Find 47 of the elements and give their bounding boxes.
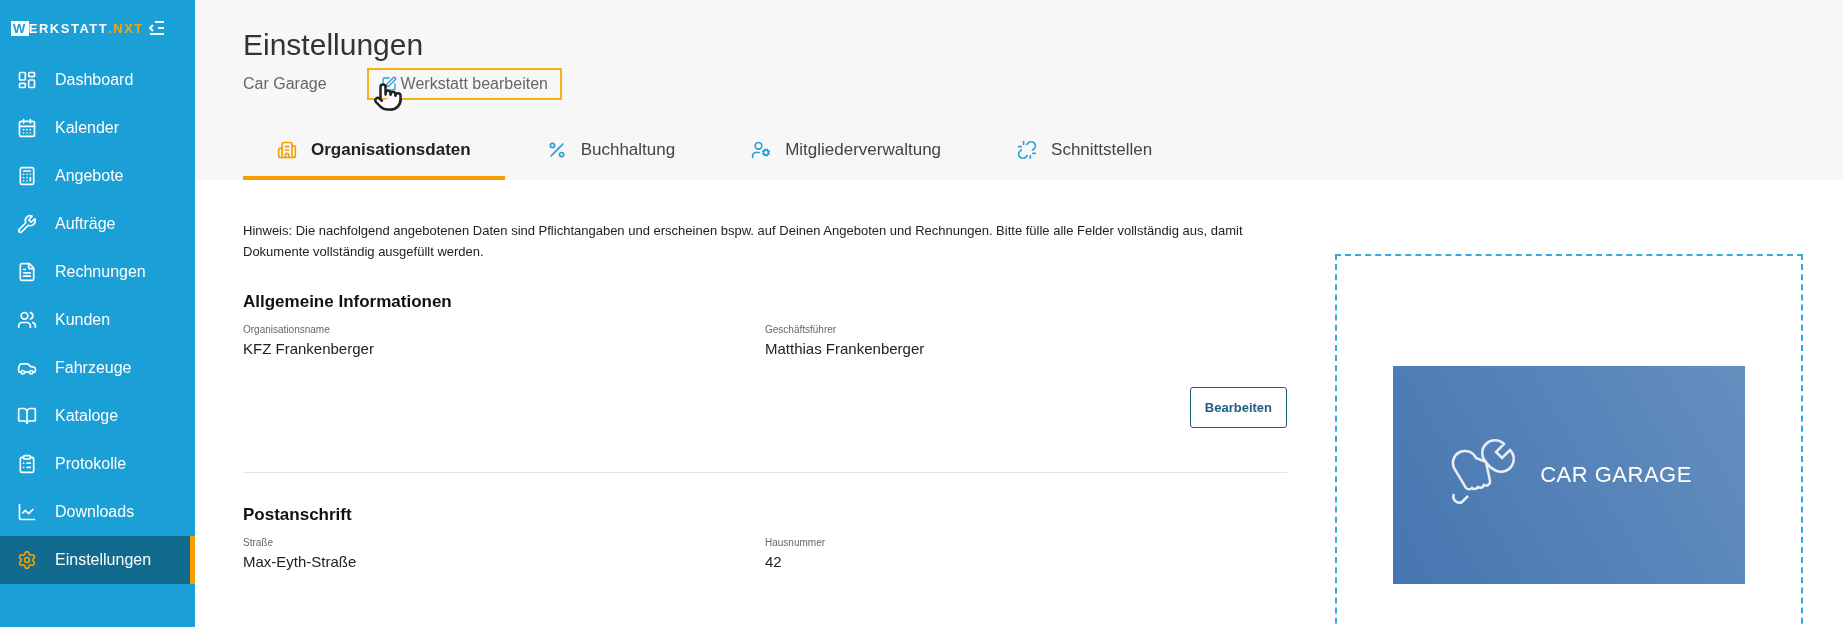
field-value: 42 — [765, 553, 783, 570]
tab[interactable]: Buchhaltung — [512, 140, 710, 180]
sidebar-item[interactable]: Rechnungen — [0, 248, 195, 296]
sidebar-item[interactable]: Dashboard — [0, 56, 195, 104]
edit-icon — [380, 76, 397, 92]
list-icon — [17, 454, 37, 474]
sidebar-item[interactable]: Kunden — [0, 296, 195, 344]
book-icon — [17, 406, 37, 426]
sidebar-item[interactable]: Angebote — [0, 152, 195, 200]
settings-icon — [17, 550, 37, 570]
field-label: Hausnummer — [765, 537, 827, 548]
field-label: Straße — [243, 537, 274, 548]
sidebar-item[interactable]: Kalender — [0, 104, 195, 152]
calendar-icon — [17, 118, 37, 138]
edit-workshop-link[interactable]: Werkstatt bearbeiten — [366, 68, 562, 100]
section-title: Allgemeine Informationen — [243, 292, 453, 312]
field-value: Matthias Frankenberger — [765, 340, 926, 357]
document-icon — [17, 262, 37, 282]
calculator-icon — [17, 166, 37, 186]
page-title: Einstellungen — [243, 28, 425, 62]
sidebar-item[interactable]: Protokolle — [0, 440, 195, 488]
field-label: Geschäftsführer — [765, 324, 838, 335]
logo-text: CAR GARAGE — [1540, 462, 1692, 488]
sidebar-item[interactable]: Einstellungen — [0, 536, 195, 584]
field-value: Max-Eyth-Straße — [243, 553, 358, 570]
tab[interactable]: Schnittstellen — [983, 140, 1187, 180]
collapse-menu-icon[interactable] — [149, 21, 165, 35]
tab[interactable]: Organisationsdaten — [243, 140, 505, 180]
workshop-name: Car Garage — [243, 75, 327, 93]
broken-link-icon — [1017, 140, 1038, 160]
tools-icon — [17, 214, 37, 234]
tab[interactable]: Mitgliederverwaltung — [717, 140, 976, 180]
edit-button[interactable]: Bearbeiten — [1189, 387, 1287, 428]
notice-text: Hinweis: Die nachfolgend angebotenen Daten sind Pflichtangaben und erscheinen bspw. auf Deinen Angeboten und Rechnungen. Bitte fülle alle Felder vollständig aus, damit Dokumente vollständig ausgefüllt werden. — [243, 222, 1244, 261]
sidebar-item[interactable]: Aufträge — [0, 200, 195, 248]
sidebar-item[interactable]: Fahrzeuge — [0, 344, 195, 392]
app-logo: W ERKSTATT.NXT — [11, 20, 144, 36]
users-icon — [17, 310, 37, 330]
sidebar-item[interactable]: Kataloge — [0, 392, 195, 440]
dashboard-icon — [17, 70, 37, 90]
section-title: Postanschrift — [243, 505, 353, 525]
building-icon — [277, 140, 297, 160]
chart-icon — [17, 502, 37, 522]
sidebar-item[interactable]: Downloads — [0, 488, 195, 536]
field-value: KFZ Frankenberger — [243, 340, 375, 357]
field-label: Organisationsname — [243, 324, 331, 335]
user-gear-icon — [751, 140, 772, 160]
